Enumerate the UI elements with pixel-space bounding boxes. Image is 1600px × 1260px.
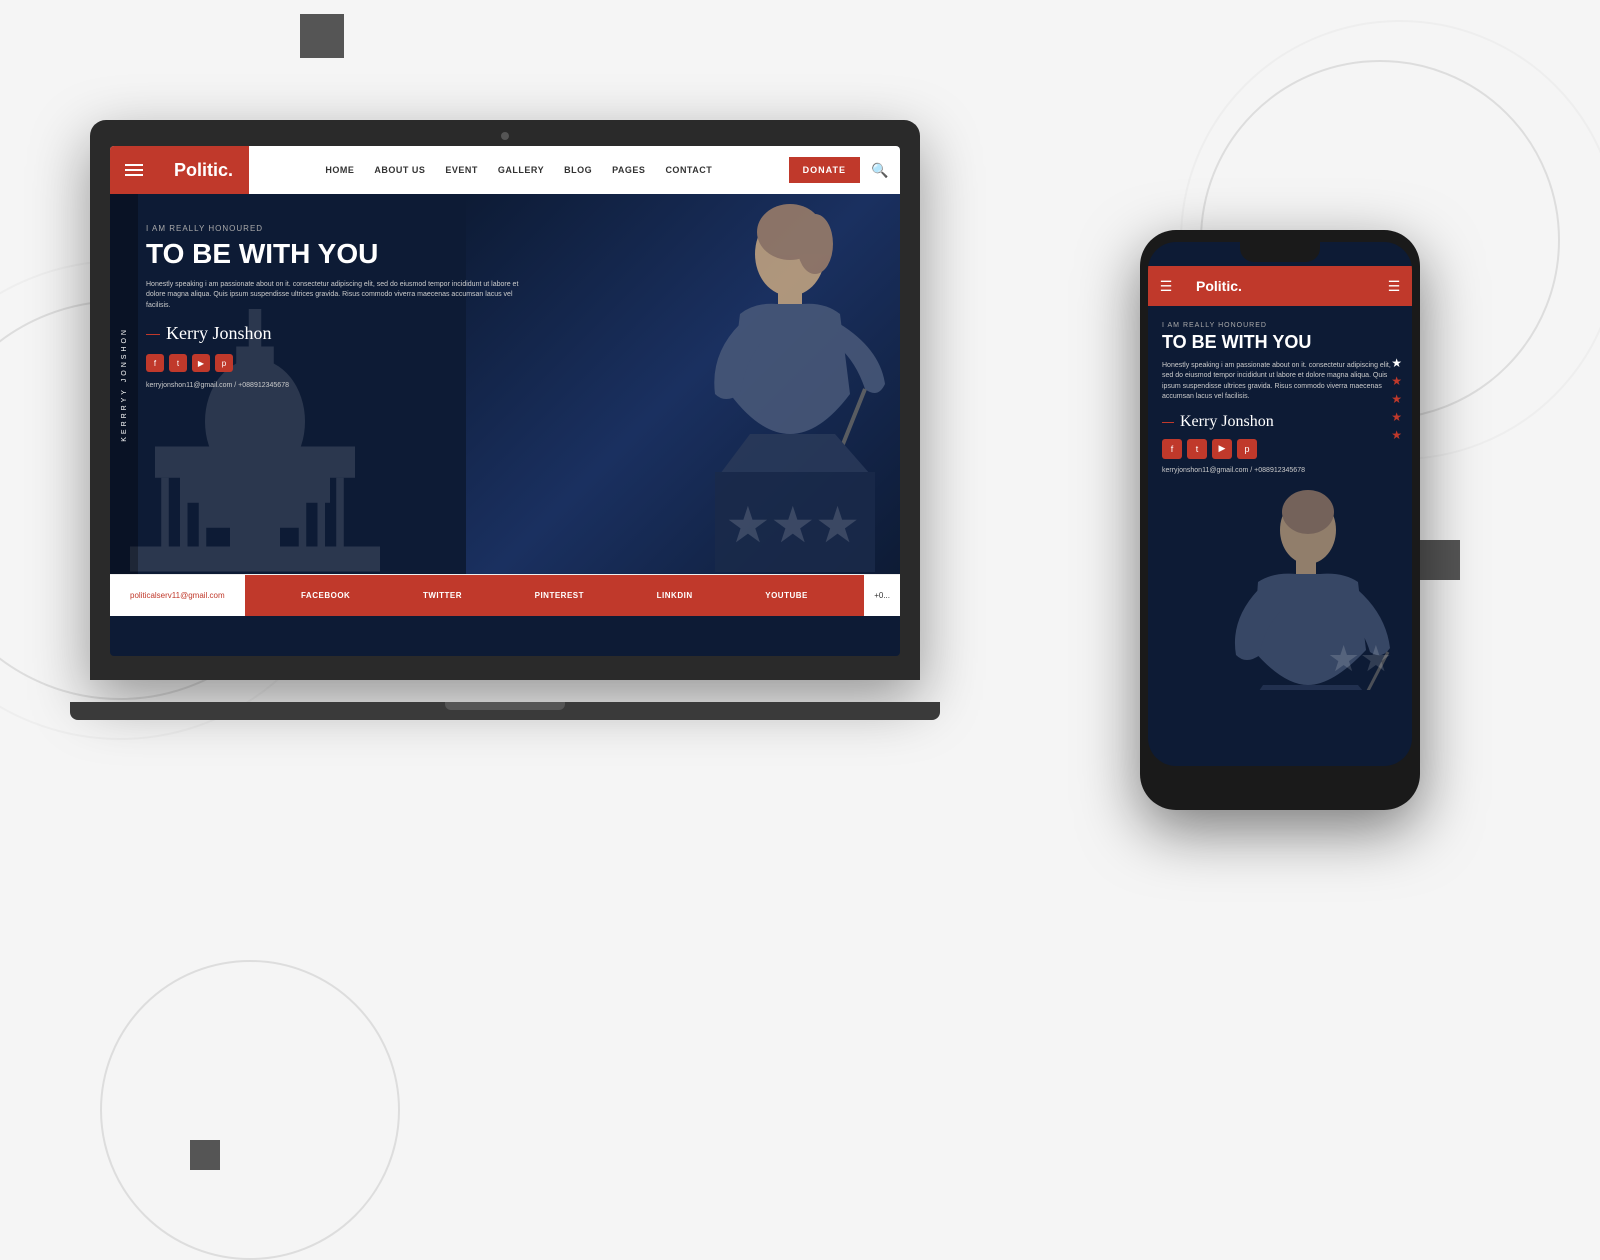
footer-email: politicalserv11@gmail.com	[110, 591, 245, 600]
footer-phone: +0...	[864, 591, 900, 600]
hero-section: KERRRYY JONSHON I AM REALLY HONOURED TO …	[110, 194, 900, 574]
hero-image: ★★★	[466, 194, 901, 574]
hero-description: Honestly speaking i am passionate about …	[146, 280, 526, 312]
phone-mockup: ☰ Politic. ☰ I AM REALLY HONOURED TO BE …	[1140, 230, 1420, 810]
phone-menu-right-icon: ☰	[1388, 278, 1401, 295]
laptop-base	[70, 702, 940, 720]
star-3: ★	[1391, 392, 1402, 406]
phone-decorative-stars: ★★	[1327, 638, 1392, 680]
site-header: Politic. HOME ABOUT US EVENT GALLERY BLO…	[110, 146, 900, 194]
phone-hero: I AM REALLY HONOURED TO BE WITH YOU Hone…	[1148, 306, 1412, 490]
decorative-square-2	[190, 1140, 220, 1170]
star-1: ★	[1391, 356, 1402, 370]
site-logo: Politic.	[158, 146, 249, 194]
pinterest-icon[interactable]: p	[215, 354, 233, 372]
phone-screen: ☰ Politic. ☰ I AM REALLY HONOURED TO BE …	[1148, 242, 1412, 766]
footer-youtube[interactable]: YOUTUBE	[765, 591, 808, 600]
twitter-icon[interactable]: t	[169, 354, 187, 372]
laptop-body: Politic. HOME ABOUT US EVENT GALLERY BLO…	[90, 120, 920, 680]
nav-home[interactable]: HOME	[325, 165, 354, 175]
hero-subtitle: I AM REALLY HONOURED	[146, 224, 526, 233]
hamburger-icon	[125, 164, 143, 176]
star-4: ★	[1391, 410, 1402, 424]
nav-contact[interactable]: CONTACT	[665, 165, 712, 175]
phone-hero-subtitle: I AM REALLY HONOURED	[1162, 322, 1398, 329]
hero-title: TO BE WITH YOU	[146, 239, 526, 270]
phone-hero-description: Honestly speaking i am passionate about …	[1162, 361, 1398, 403]
hero-signature: Kerry Jonshon	[146, 323, 526, 344]
decorative-circle-5	[100, 960, 400, 1260]
phone-pinterest-icon[interactable]: p	[1237, 439, 1257, 459]
decorative-stars: ★★★	[726, 496, 860, 554]
hero-contact-info: kerryjonshon11@gmail.com / +088912345678	[146, 382, 526, 389]
phone-hamburger-icon: ☰	[1160, 278, 1173, 295]
phone-menu-button[interactable]: ☰	[1148, 266, 1184, 306]
donate-button[interactable]: DONATE	[789, 157, 860, 183]
phone-site-header: ☰ Politic. ☰	[1148, 266, 1412, 306]
phone-facebook-icon[interactable]: f	[1162, 439, 1182, 459]
search-button[interactable]: 🔍	[860, 146, 900, 194]
nav-about[interactable]: ABOUT US	[374, 165, 425, 175]
laptop-screen: Politic. HOME ABOUT US EVENT GALLERY BLO…	[110, 146, 900, 656]
logo-text: Politic.	[174, 160, 233, 181]
hero-social-links: f t ▶ p	[146, 354, 526, 372]
hero-side-text: KERRRYY JONSHON	[110, 194, 138, 574]
footer-social-bar: FACEBOOK TWITTER PINTEREST LINKDIN YOUTU…	[245, 575, 865, 616]
search-icon: 🔍	[871, 162, 888, 179]
footer-twitter[interactable]: TWITTER	[423, 591, 462, 600]
nav-event[interactable]: EVENT	[445, 165, 478, 175]
phone-signature: Kerry Jonshon	[1162, 413, 1398, 431]
phone-social-links: f t ▶ p	[1162, 439, 1398, 459]
laptop-camera	[501, 132, 509, 140]
site-nav: HOME ABOUT US EVENT GALLERY BLOG PAGES C…	[249, 165, 789, 175]
phone-site-logo: Politic.	[1184, 266, 1376, 306]
phone-star-ratings: ★ ★ ★ ★ ★	[1391, 356, 1402, 442]
phone-notch	[1240, 242, 1320, 262]
footer-facebook[interactable]: FACEBOOK	[301, 591, 350, 600]
hero-content: I AM REALLY HONOURED TO BE WITH YOU Hone…	[146, 224, 526, 389]
phone-hero-image: ★★	[1148, 490, 1412, 690]
phone-body: ☰ Politic. ☰ I AM REALLY HONOURED TO BE …	[1140, 230, 1420, 810]
star-2: ★	[1391, 374, 1402, 388]
decorative-square-1	[300, 14, 344, 58]
facebook-icon[interactable]: f	[146, 354, 164, 372]
phone-twitter-icon[interactable]: t	[1187, 439, 1207, 459]
phone-youtube-icon[interactable]: ▶	[1212, 439, 1232, 459]
decorative-square-3	[1420, 540, 1460, 580]
footer-linkedin[interactable]: LINKDIN	[657, 591, 693, 600]
nav-pages[interactable]: PAGES	[612, 165, 645, 175]
laptop-mockup: Politic. HOME ABOUT US EVENT GALLERY BLO…	[90, 120, 920, 720]
youtube-icon[interactable]: ▶	[192, 354, 210, 372]
nav-gallery[interactable]: GALLERY	[498, 165, 544, 175]
site-footer: politicalserv11@gmail.com FACEBOOK TWITT…	[110, 574, 900, 616]
menu-button[interactable]	[110, 146, 158, 194]
star-5: ★	[1391, 428, 1402, 442]
phone-hero-title: TO BE WITH YOU	[1162, 333, 1398, 353]
nav-blog[interactable]: BLOG	[564, 165, 592, 175]
footer-pinterest[interactable]: PINTEREST	[535, 591, 584, 600]
phone-contact-info: kerryjonshon11@gmail.com / +088912345678	[1162, 467, 1398, 474]
phone-menu-right[interactable]: ☰	[1376, 266, 1412, 306]
